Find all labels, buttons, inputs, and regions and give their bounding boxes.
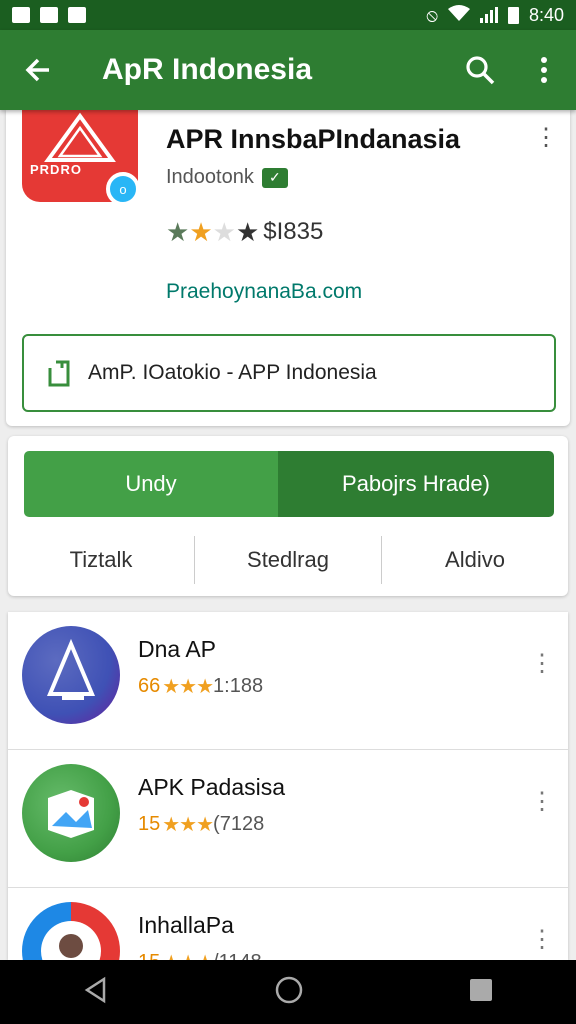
status-bar: ⦸ 8:40 — [0, 0, 576, 30]
search-icon[interactable] — [448, 55, 512, 85]
tab-1[interactable]: Tiztalk — [8, 536, 195, 584]
signal-icon — [479, 7, 498, 23]
tab-row: Tiztalk Stedlrag Aldivo — [8, 536, 568, 584]
wifi-icon — [447, 4, 470, 26]
app-bar: ApR Indonesia — [0, 30, 576, 110]
list-item-rating: 15 ★★★ /1148 — [138, 950, 262, 960]
star-icon: ★ — [212, 217, 236, 247]
home-nav-icon[interactable] — [274, 975, 304, 1010]
more-vert-icon[interactable]: ⋮ — [534, 126, 558, 150]
notification-icon — [40, 7, 58, 23]
list-item-rating: 15 ★★★ (7128 — [138, 813, 265, 836]
related-apps-list: Dna AP 66 ★★★ 1:188 ⋮ APK Padasisa 15 ★★… — [8, 612, 568, 960]
list-item-name: Dna AP — [138, 636, 216, 662]
notification-icon — [12, 7, 30, 23]
star-icon: ★★★ — [162, 814, 214, 836]
more-vert-icon[interactable]: ⋮ — [530, 652, 554, 676]
secondary-button[interactable]: Pabojrs Hrade) — [278, 451, 554, 517]
vibrate-icon: ⦸ — [426, 4, 438, 25]
action-buttons: Undy Pabojrs Hrade) — [24, 451, 554, 517]
app-header-card: PRDRO o APR InnsbaPIndanasia ⋮ Indootonk… — [6, 110, 570, 426]
verified-icon: ✓ — [261, 167, 288, 188]
star-icon: ★ — [189, 217, 213, 247]
rating-text: $I835 — [263, 218, 324, 245]
logo-text: PRDRO — [30, 162, 82, 177]
list-item-rating: 66 ★★★ 1:188 — [138, 675, 264, 698]
rating-row: ★ ★ ★ ★ $I835 — [166, 218, 323, 246]
page-title: ApR Indonesia — [102, 53, 313, 86]
notification-icon — [68, 7, 86, 23]
system-icons: ⦸ 8:40 — [426, 4, 564, 26]
app-icon — [22, 626, 120, 724]
list-item[interactable]: APK Padasisa 15 ★★★ (7128 ⋮ — [8, 750, 568, 888]
more-vert-icon[interactable]: ⋮ — [530, 790, 554, 814]
tab-3[interactable]: Aldivo — [382, 536, 568, 584]
app-icon — [22, 764, 120, 862]
share-icon — [48, 360, 70, 387]
star-icon: ★★★ — [162, 950, 214, 960]
app-badge-icon: o — [106, 172, 140, 206]
list-item-name: APK Padasisa — [138, 774, 286, 800]
info-text: AmP. IOatokio - APP Indonesia — [88, 361, 377, 384]
list-item[interactable]: Dna AP 66 ★★★ 1:188 ⋮ — [8, 612, 568, 750]
recents-nav-icon[interactable] — [468, 977, 494, 1008]
star-icon: ★★★ — [162, 676, 214, 698]
app-name: APR InnsbaPIndanasia — [166, 124, 461, 154]
action-card: Undy Pabojrs Hrade) Tiztalk Stedlrag Ald… — [8, 436, 568, 596]
primary-button[interactable]: Undy — [24, 451, 278, 517]
system-nav-bar — [0, 960, 576, 1024]
developer-name[interactable]: Indootonk — [166, 166, 254, 189]
more-vert-icon[interactable]: ⋮ — [530, 928, 554, 952]
info-box[interactable]: AmP. IOatokio - APP Indonesia — [22, 334, 556, 412]
website-link[interactable]: PraehoynanaBa.com — [166, 280, 362, 304]
app-icon — [22, 902, 120, 960]
tab-2[interactable]: Stedlrag — [195, 536, 382, 584]
back-nav-icon[interactable] — [82, 976, 110, 1009]
battery-icon — [507, 6, 519, 24]
developer-row: Indootonk ✓ — [166, 166, 288, 189]
list-item[interactable]: InhallaPa 15 ★★★ /1148 ⋮ — [8, 888, 568, 960]
notification-icons — [12, 7, 86, 23]
list-item-name: InhallaPa — [138, 912, 234, 938]
star-icon: ★ — [166, 217, 190, 247]
more-vert-icon[interactable] — [512, 56, 576, 84]
star-icon: ★ — [235, 217, 260, 247]
status-time: 8:40 — [528, 4, 564, 25]
back-arrow-icon[interactable] — [0, 57, 76, 83]
